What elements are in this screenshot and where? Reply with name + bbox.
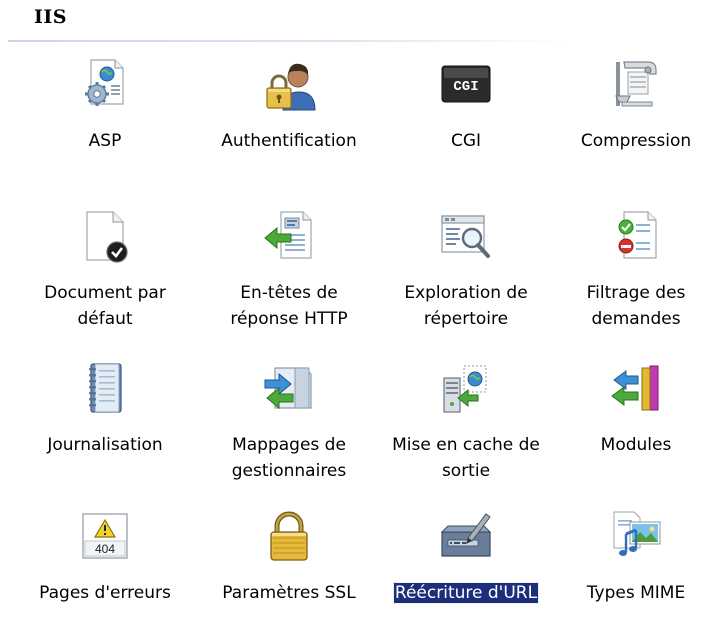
error-pages-icon: 404 [77,508,133,564]
feature-label: Modules [600,435,672,455]
group-divider [8,40,568,42]
handler-mappings-icon [261,360,317,416]
output-caching-icon [438,360,494,416]
feature-asp[interactable]: ASP [20,48,190,188]
svg-text:404: 404 [95,542,115,556]
feature-modules[interactable]: Modules [551,352,721,492]
feature-label: Compression [580,131,692,151]
feature-label: Réécriture d'URL [392,582,540,604]
feature-error-pages[interactable]: 404 Pages d'erreurs [20,500,190,639]
feature-label: Mappages de gestionnaires [231,435,347,481]
feature-label: Pages d'erreurs [39,583,171,603]
feature-compression[interactable]: Compression [551,48,721,188]
feature-label: Exploration de répertoire [404,283,528,329]
cgi-icon: CGI [438,56,494,112]
feature-mime-types[interactable]: Types MIME [551,500,721,639]
svg-text:CGI: CGI [453,79,478,95]
mime-types-icon [608,508,664,564]
feature-cgi[interactable]: CGI CGI [381,48,551,188]
logging-icon [77,360,133,416]
feature-label: En-têtes de réponse HTTP [230,283,348,329]
feature-label: ASP [88,131,122,151]
feature-logging[interactable]: Journalisation [20,352,190,492]
feature-label: Authentification [221,131,357,151]
feature-output-caching[interactable]: Mise en cache de sortie [381,352,551,492]
feature-authentication[interactable]: Authentification [204,48,374,188]
request-filtering-icon [608,208,664,264]
modules-icon [608,360,664,416]
http-response-headers-icon [261,208,317,264]
asp-icon [77,56,133,112]
feature-label: Document par défaut [44,283,166,329]
features-view: IIS ASP Authentification CGI CGI Compres… [0,0,721,639]
feature-url-rewrite[interactable]: Réécriture d'URL [381,500,551,639]
feature-ssl-settings[interactable]: Paramètres SSL [204,500,374,639]
feature-handler-mappings[interactable]: Mappages de gestionnaires [204,352,374,492]
feature-http-response-headers[interactable]: En-têtes de réponse HTTP [204,200,374,340]
feature-label: Mise en cache de sortie [392,435,540,481]
group-header: IIS [0,0,721,42]
feature-request-filtering[interactable]: Filtrage des demandes [551,200,721,340]
feature-default-document[interactable]: Document par défaut [20,200,190,340]
feature-label: Paramètres SSL [222,583,356,603]
feature-grid: ASP Authentification CGI CGI Compression… [0,48,721,638]
directory-browsing-icon [438,208,494,264]
url-rewrite-icon [438,508,494,564]
authentication-icon [261,56,317,112]
compression-icon [608,56,664,112]
ssl-settings-icon [261,508,317,564]
default-document-icon [77,208,133,264]
feature-directory-browsing[interactable]: Exploration de répertoire [381,200,551,340]
feature-label: CGI [450,131,482,151]
feature-label: Types MIME [586,583,686,603]
feature-label: Journalisation [47,435,163,455]
group-title: IIS [34,6,67,28]
feature-label: Filtrage des demandes [586,283,686,329]
